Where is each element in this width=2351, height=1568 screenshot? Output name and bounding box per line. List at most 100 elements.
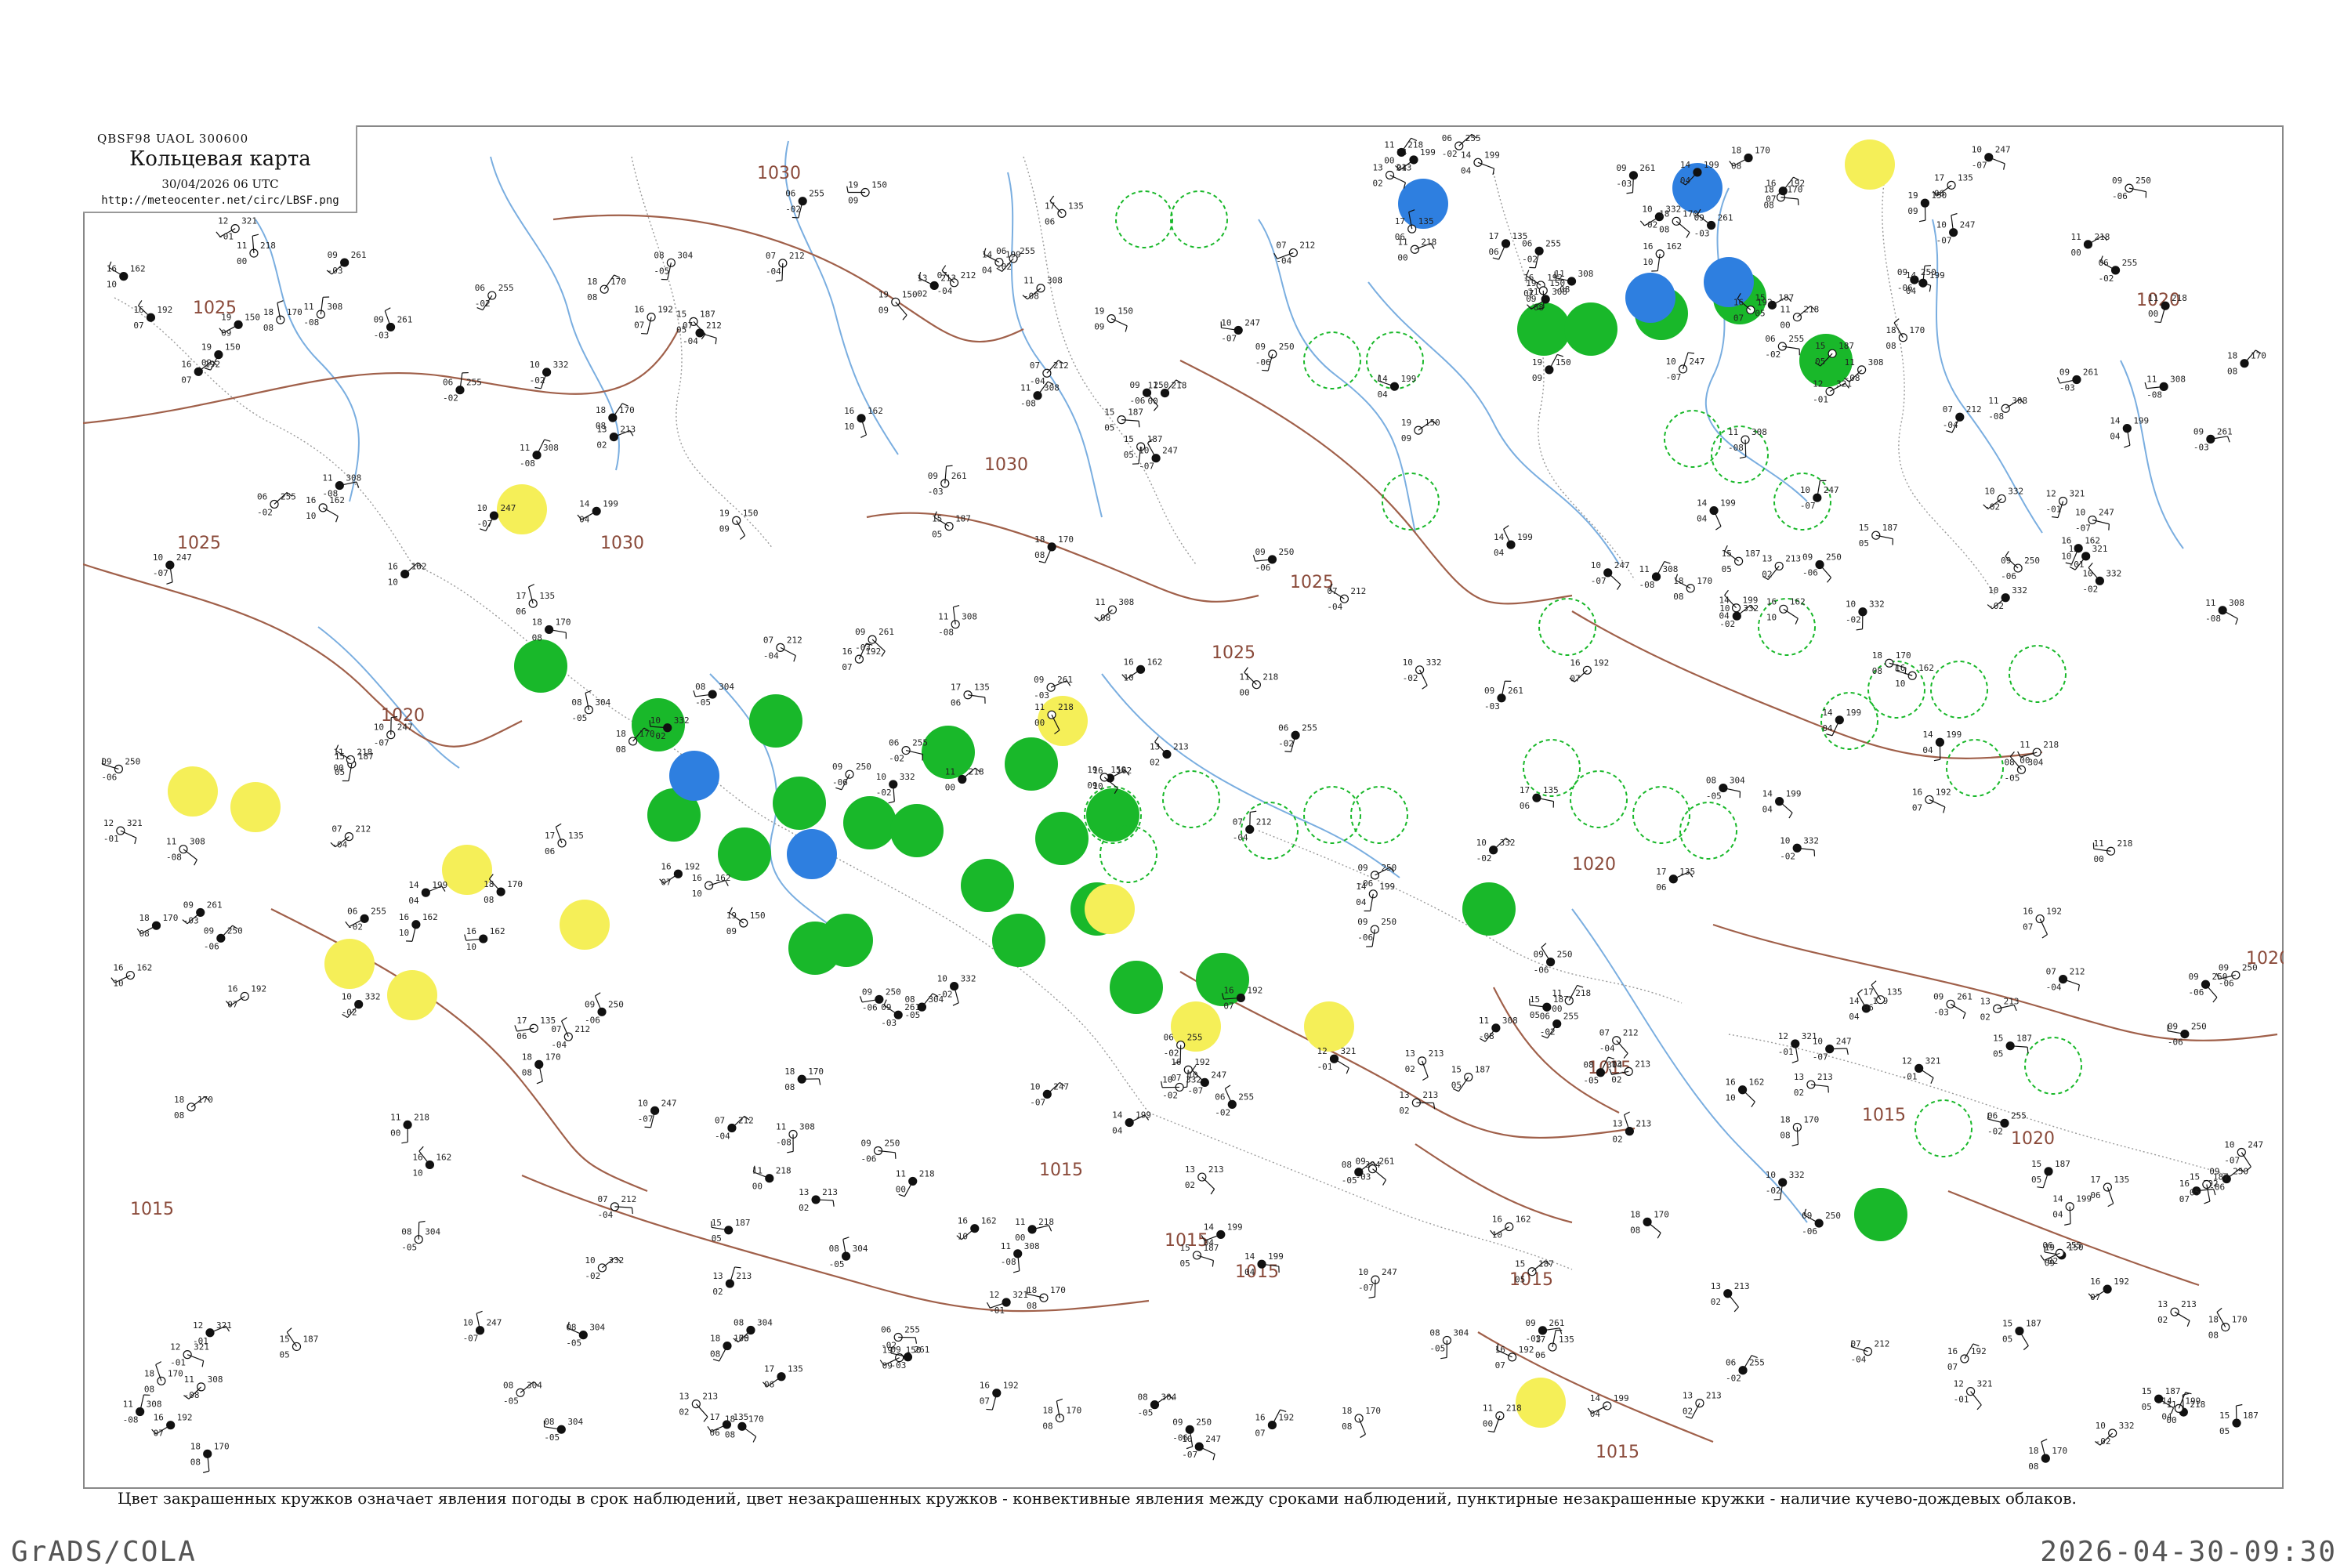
station-plot[interactable]: 1621610 [1122, 657, 1163, 683]
rain-circle[interactable] [1854, 1188, 1907, 1241]
station-plot[interactable]: 24710-07 [1666, 353, 1705, 382]
station-plot[interactable]: 1701808 [784, 1066, 824, 1092]
station-plot[interactable]: 1351706 [1656, 867, 1695, 893]
station-plot[interactable]: 1701808 [2208, 1308, 2248, 1340]
rain-circle[interactable] [961, 859, 1014, 912]
station-plot[interactable]: 33210-02 [1983, 486, 2023, 512]
station-plot[interactable]: 33210-02 [2082, 563, 2121, 594]
station-plot[interactable]: 33210-02 [530, 360, 569, 389]
station-plot[interactable]: 30811-08 [2205, 598, 2244, 625]
fog-circle[interactable] [1085, 884, 1135, 934]
station-plot[interactable]: 1701808 [522, 1052, 561, 1083]
station-plot[interactable]: 1351706 [1045, 196, 1084, 226]
station-plot[interactable]: 24710-07 [463, 1311, 502, 1343]
rain-circle[interactable] [1035, 812, 1089, 865]
station-plot[interactable]: 2181100 [752, 1166, 792, 1192]
station-plot[interactable]: 30811-08 [1023, 276, 1063, 302]
station-plot[interactable]: 25009-06 [1802, 1209, 1841, 1237]
cumulonimbus-circle[interactable] [1539, 599, 1596, 655]
station-plot[interactable]: 1701808 [174, 1095, 213, 1121]
station-plot[interactable]: 1921607 [1495, 1344, 1534, 1371]
rain-circle[interactable] [843, 796, 897, 849]
station-plot[interactable]: 1701808 [1342, 1406, 1381, 1438]
cumulonimbus-circle[interactable] [2025, 1037, 2081, 1094]
rain-circle[interactable] [1564, 302, 1617, 356]
station-plot[interactable]: 2131302 [1794, 1072, 1833, 1098]
station-plot[interactable]: 33210-02 [1403, 657, 1442, 689]
fog-circle[interactable] [1304, 1001, 1354, 1052]
station-plot[interactable]: 24710-07 [1800, 480, 1839, 511]
station-plot[interactable]: 25009-06 [1534, 943, 1573, 976]
station-plot[interactable]: 1871505 [2002, 1319, 2041, 1350]
station-plot[interactable]: 1871505 [1859, 523, 1898, 549]
station-plot[interactable]: 1701808 [1027, 1285, 1066, 1311]
station-plot[interactable]: 30408-05 [401, 1221, 440, 1252]
station-plot[interactable]: 24710-07 [638, 1098, 677, 1127]
station-plot[interactable]: 25009-06 [204, 925, 243, 951]
snow-circle[interactable] [669, 751, 719, 801]
station-plot[interactable]: 32112-01 [216, 216, 257, 242]
station-plot[interactable]: 33210-02 [1476, 838, 1516, 864]
station-plot[interactable]: 32112-01 [1778, 1031, 1817, 1063]
station-plot[interactable]: 25009-06 [1357, 917, 1396, 947]
fog-circle[interactable] [560, 900, 610, 950]
station-plot[interactable]: 24710-07 [2075, 508, 2114, 534]
station-plot[interactable]: 1991404 [1822, 708, 1861, 736]
station-plot[interactable]: 1921607 [152, 1413, 193, 1439]
rain-circle[interactable] [773, 777, 826, 830]
station-plot[interactable]: 1701808 [1034, 534, 1074, 563]
station-plot[interactable]: 1501909 [1094, 306, 1133, 332]
station-plot[interactable]: 1871505 [2219, 1404, 2259, 1436]
station-plot[interactable]: 1871505 [1451, 1064, 1491, 1091]
station-plot[interactable]: 1621610 [107, 262, 146, 290]
station-plot[interactable]: 25506-02 [2041, 1240, 2081, 1266]
station-plot[interactable]: 26109-03 [1484, 681, 1523, 712]
station-plot[interactable]: 25009-06 [585, 993, 624, 1026]
rain-circle[interactable] [1110, 961, 1163, 1014]
station-plot[interactable]: 25506-02 [1540, 1012, 1579, 1038]
station-plot[interactable]: 1871505 [2031, 1159, 2070, 1188]
station-plot[interactable]: 21207-04 [766, 251, 805, 281]
station-plot[interactable]: 1991404 [2110, 416, 2149, 447]
station-plot[interactable]: 24710-07 [1813, 1037, 1852, 1063]
fog-circle[interactable] [1516, 1378, 1566, 1428]
station-plot[interactable]: 30811-08 [1728, 427, 1767, 458]
station-plot[interactable]: 1701808 [1673, 574, 1712, 602]
station-plot[interactable]: 1621610 [111, 963, 152, 989]
station-plot[interactable]: 2181100 [2093, 838, 2132, 864]
station-plot[interactable]: 1501909 [726, 907, 766, 936]
station-plot[interactable]: 1621610 [388, 562, 427, 588]
station-plot[interactable]: 2131302 [1150, 737, 1189, 767]
station-plot[interactable]: 25506-02 [475, 283, 514, 310]
station-plot[interactable]: 1621610 [957, 1216, 997, 1242]
station-plot[interactable]: 1991404 [2052, 1194, 2092, 1226]
station-plot[interactable]: 2181100 [1483, 1403, 1522, 1432]
station-plot[interactable]: 30811-08 [776, 1121, 815, 1152]
station-plot[interactable]: 25009-06 [2168, 1022, 2207, 1048]
station-plot[interactable]: 1871505 [712, 1218, 751, 1244]
station-plot[interactable]: 26109-03 [2057, 367, 2098, 393]
station-plot[interactable]: 32112-01 [1902, 1056, 1941, 1083]
rain-circle[interactable] [1086, 788, 1139, 842]
station-plot[interactable]: 30811-08 [1001, 1241, 1040, 1273]
station-plot[interactable]: 2131302 [1711, 1281, 1750, 1312]
station-plot[interactable]: 2131302 [712, 1267, 752, 1297]
station-plot[interactable]: 30408-05 [1137, 1392, 1176, 1418]
station-plot[interactable]: 2181100 [1239, 668, 1278, 698]
rain-circle[interactable] [749, 694, 802, 748]
station-plot[interactable]: 1621610 [1643, 241, 1682, 271]
station-plot[interactable]: 2181100 [2070, 232, 2110, 258]
station-plot[interactable]: 1501909 [1401, 418, 1440, 444]
rain-circle[interactable] [992, 914, 1045, 967]
station-plot[interactable]: 21207-04 [1850, 1339, 1889, 1365]
station-plot[interactable]: 1701808 [710, 1334, 749, 1361]
station-plot[interactable]: 1701808 [190, 1441, 230, 1472]
station-plot[interactable]: 24710-07 [1591, 560, 1630, 590]
station-plot[interactable]: 1621610 [399, 912, 438, 941]
station-plot[interactable]: 1701808 [2227, 350, 2266, 377]
station-plot[interactable]: 21207-04 [683, 320, 722, 346]
station-plot[interactable]: 24710-07 [1182, 1434, 1221, 1460]
rain-circle[interactable] [514, 639, 567, 693]
station-plot[interactable]: 30408-05 [544, 1417, 583, 1443]
station-plot[interactable]: 30811-08 [2145, 374, 2186, 400]
